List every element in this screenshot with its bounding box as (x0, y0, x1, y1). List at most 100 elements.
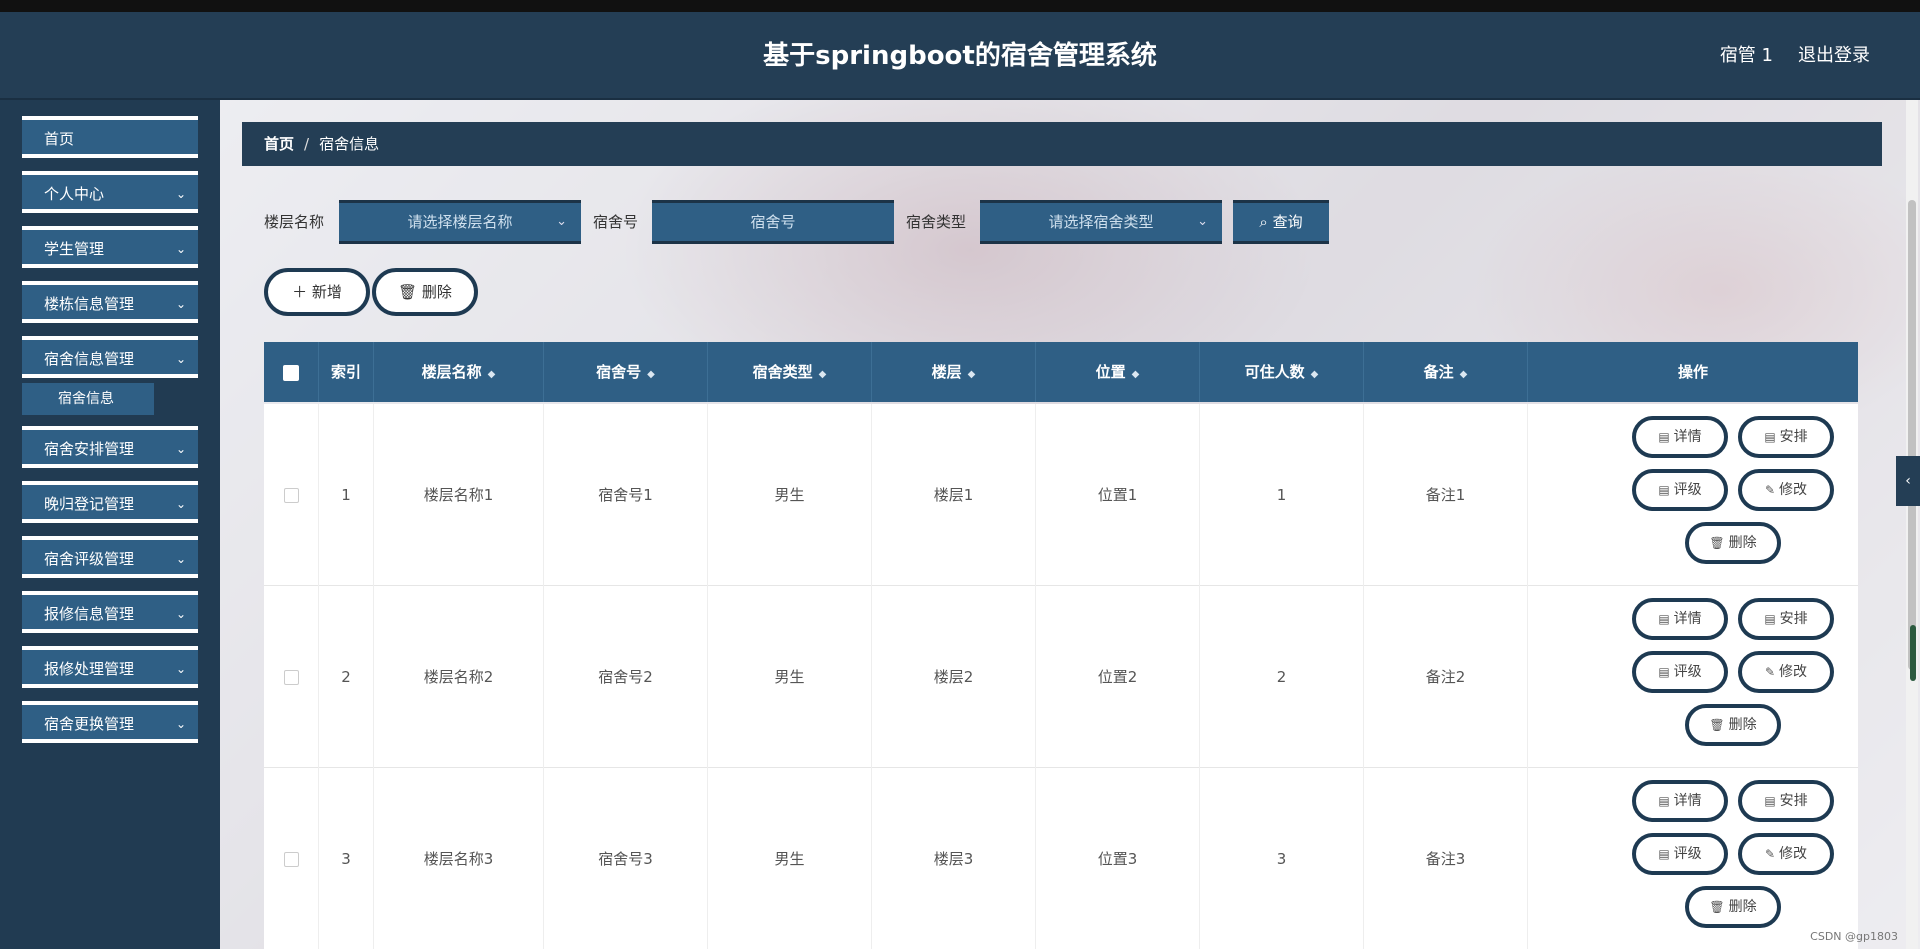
row-checkbox[interactable] (264, 404, 319, 586)
cell-type: 男生 (708, 586, 872, 768)
sort-icon: ◆ (647, 369, 655, 380)
sidebar-item-students[interactable]: 学生管理 ⌄ (22, 226, 198, 268)
cell-capacity: 3 (1200, 768, 1364, 949)
room-number-input[interactable]: 宿舍号 (652, 200, 894, 244)
chevron-down-icon: ⌄ (175, 607, 186, 621)
sidebar-item-home[interactable]: 首页 (22, 116, 198, 158)
room-number-label: 宿舍号 (593, 213, 639, 231)
chevron-down-icon: ⌄ (175, 497, 186, 511)
header-floor-name[interactable]: 楼层名称 ◆ (374, 342, 544, 402)
header-actions: 操作 (1677, 363, 1708, 381)
detail-button[interactable]: ▤ 详情 (1632, 780, 1728, 822)
arrange-button[interactable]: ▤ 安排 (1738, 416, 1834, 458)
arrange-button[interactable]: ▤ 安排 (1738, 598, 1834, 640)
sort-icon: ◆ (1310, 369, 1319, 380)
cell-actions: ▤ 详情 ▤ 安排 ▤ 评级 ✎ 修改 🗑 删除 (1528, 404, 1858, 586)
sidebar-item-profile[interactable]: 个人中心 ⌄ (22, 171, 198, 213)
logout-link[interactable]: 退出登录 (1798, 12, 1870, 100)
cell-floor: 楼层2 (872, 586, 1036, 768)
document-icon: ▤ (1658, 430, 1670, 444)
cell-capacity: 1 (1200, 404, 1364, 586)
header-type[interactable]: 宿舍类型 ◆ (708, 342, 872, 402)
header-capacity[interactable]: 可住人数 ◆ (1200, 342, 1364, 402)
trash-icon: 🗑 (1709, 718, 1725, 732)
header-room[interactable]: 宿舍号 ◆ (544, 342, 708, 402)
sidebar-item-buildings[interactable]: 楼栋信息管理 ⌄ (22, 281, 198, 323)
header: 基于springboot的宿舍管理系统 宿管 1 退出登录 (0, 12, 1920, 100)
sidebar-item-repair-info[interactable]: 报修信息管理 ⌄ (22, 591, 198, 633)
top-strip (0, 0, 1920, 12)
cell-floor: 楼层1 (872, 404, 1036, 586)
detail-button[interactable]: ▤ 详情 (1632, 598, 1728, 640)
watermark: CSDN @gp1803 (1810, 930, 1898, 943)
app-title: 基于springboot的宿舍管理系统 (763, 41, 1157, 71)
chevron-down-icon: ⌄ (175, 442, 186, 456)
sort-icon: ◆ (1131, 369, 1140, 380)
sort-icon: ◆ (487, 369, 496, 380)
breadcrumb-home[interactable]: 首页 (264, 135, 294, 153)
delete-button[interactable]: 🗑 删除 (1685, 522, 1781, 564)
sidebar-item-rating[interactable]: 宿舍评级管理 ⌄ (22, 536, 198, 578)
edit-button[interactable]: ✎ 修改 (1738, 651, 1834, 693)
cell-floor-name: 楼层名称1 (374, 404, 544, 586)
row-checkbox[interactable] (264, 768, 319, 949)
sidebar-item-repair-handle[interactable]: 报修处理管理 ⌄ (22, 646, 198, 688)
document-icon: ▤ (1658, 665, 1670, 679)
vertical-scrollbar[interactable] (1906, 100, 1918, 949)
add-button[interactable]: ＋ 新增 (264, 268, 370, 316)
rate-button[interactable]: ▤ 评级 (1632, 469, 1728, 511)
rate-button[interactable]: ▤ 评级 (1632, 651, 1728, 693)
cell-note: 备注1 (1364, 404, 1528, 586)
edit-button[interactable]: ✎ 修改 (1738, 833, 1834, 875)
header-location[interactable]: 位置 ◆ (1036, 342, 1200, 402)
chevron-down-icon: ⌄ (175, 242, 186, 256)
sidebar-item-arrangement[interactable]: 宿舍安排管理 ⌄ (22, 426, 198, 468)
cell-type: 男生 (708, 768, 872, 949)
sidebar: 首页 个人中心 ⌄ 学生管理 ⌄ 楼栋信息管理 ⌄ 宿舍信息管理 ⌄ 宿舍信息 宿舍安排… (0, 100, 220, 949)
main-content: 首页 / 宿舍信息 楼层名称 请选择楼层名称 ⌄ 宿舍号 宿舍号 宿舍类型 请选择宿舍… (220, 100, 1920, 949)
cell-note: 备注3 (1364, 768, 1528, 949)
rate-button[interactable]: ▤ 评级 (1632, 833, 1728, 875)
search-icon: ⌕ (1259, 213, 1273, 231)
floor-name-select[interactable]: 请选择楼层名称 ⌄ (339, 200, 581, 244)
cell-floor-name: 楼层名称2 (374, 586, 544, 768)
header-floor[interactable]: 楼层 ◆ (872, 342, 1036, 402)
sort-icon: ◆ (1459, 369, 1468, 380)
batch-delete-button[interactable]: 🗑 删除 (372, 268, 478, 316)
pencil-icon: ✎ (1764, 483, 1776, 497)
cell-index: 1 (319, 404, 374, 586)
sidebar-subitem-dorm-info[interactable]: 宿舍信息 (22, 383, 154, 415)
header-index: 索引 (319, 342, 374, 402)
pencil-icon: ✎ (1764, 665, 1776, 679)
row-checkbox[interactable] (264, 586, 319, 768)
sidebar-item-late-return[interactable]: 晚归登记管理 ⌄ (22, 481, 198, 523)
scrollbar-thumb[interactable] (1908, 200, 1916, 670)
scroll-indicator (1910, 625, 1916, 681)
sidebar-item-dorm-change[interactable]: 宿舍更换管理 ⌄ (22, 701, 198, 743)
header-note[interactable]: 备注 ◆ (1364, 342, 1528, 402)
detail-button[interactable]: ▤ 详情 (1632, 416, 1728, 458)
delete-button[interactable]: 🗑 删除 (1685, 704, 1781, 746)
edit-button[interactable]: ✎ 修改 (1738, 469, 1834, 511)
breadcrumb-separator: / (304, 135, 310, 153)
cell-type: 男生 (708, 404, 872, 586)
delete-button[interactable]: 🗑 删除 (1685, 886, 1781, 928)
document-icon: ▤ (1658, 847, 1670, 861)
cell-room: 宿舍号3 (544, 768, 708, 949)
cell-note: 备注2 (1364, 586, 1528, 768)
chevron-down-icon: ⌄ (556, 214, 567, 229)
cell-location: 位置1 (1036, 404, 1200, 586)
cell-location: 位置2 (1036, 586, 1200, 768)
chevron-left-icon[interactable]: ‹ (1896, 456, 1920, 506)
chevron-down-icon: ⌄ (175, 552, 186, 566)
arrange-button[interactable]: ▤ 安排 (1738, 780, 1834, 822)
select-all-checkbox[interactable] (264, 342, 319, 402)
cell-floor: 楼层3 (872, 768, 1036, 949)
query-button[interactable]: ⌕ 查询 (1233, 200, 1329, 244)
chevron-down-icon: ⌄ (175, 352, 186, 366)
sidebar-item-dorm-info[interactable]: 宿舍信息管理 ⌄ (22, 336, 198, 378)
trash-icon: 🗑 (1709, 536, 1725, 550)
floor-name-label: 楼层名称 (264, 213, 325, 231)
chevron-down-icon: ⌄ (175, 662, 186, 676)
room-type-select[interactable]: 请选择宿舍类型 ⌄ (980, 200, 1222, 244)
